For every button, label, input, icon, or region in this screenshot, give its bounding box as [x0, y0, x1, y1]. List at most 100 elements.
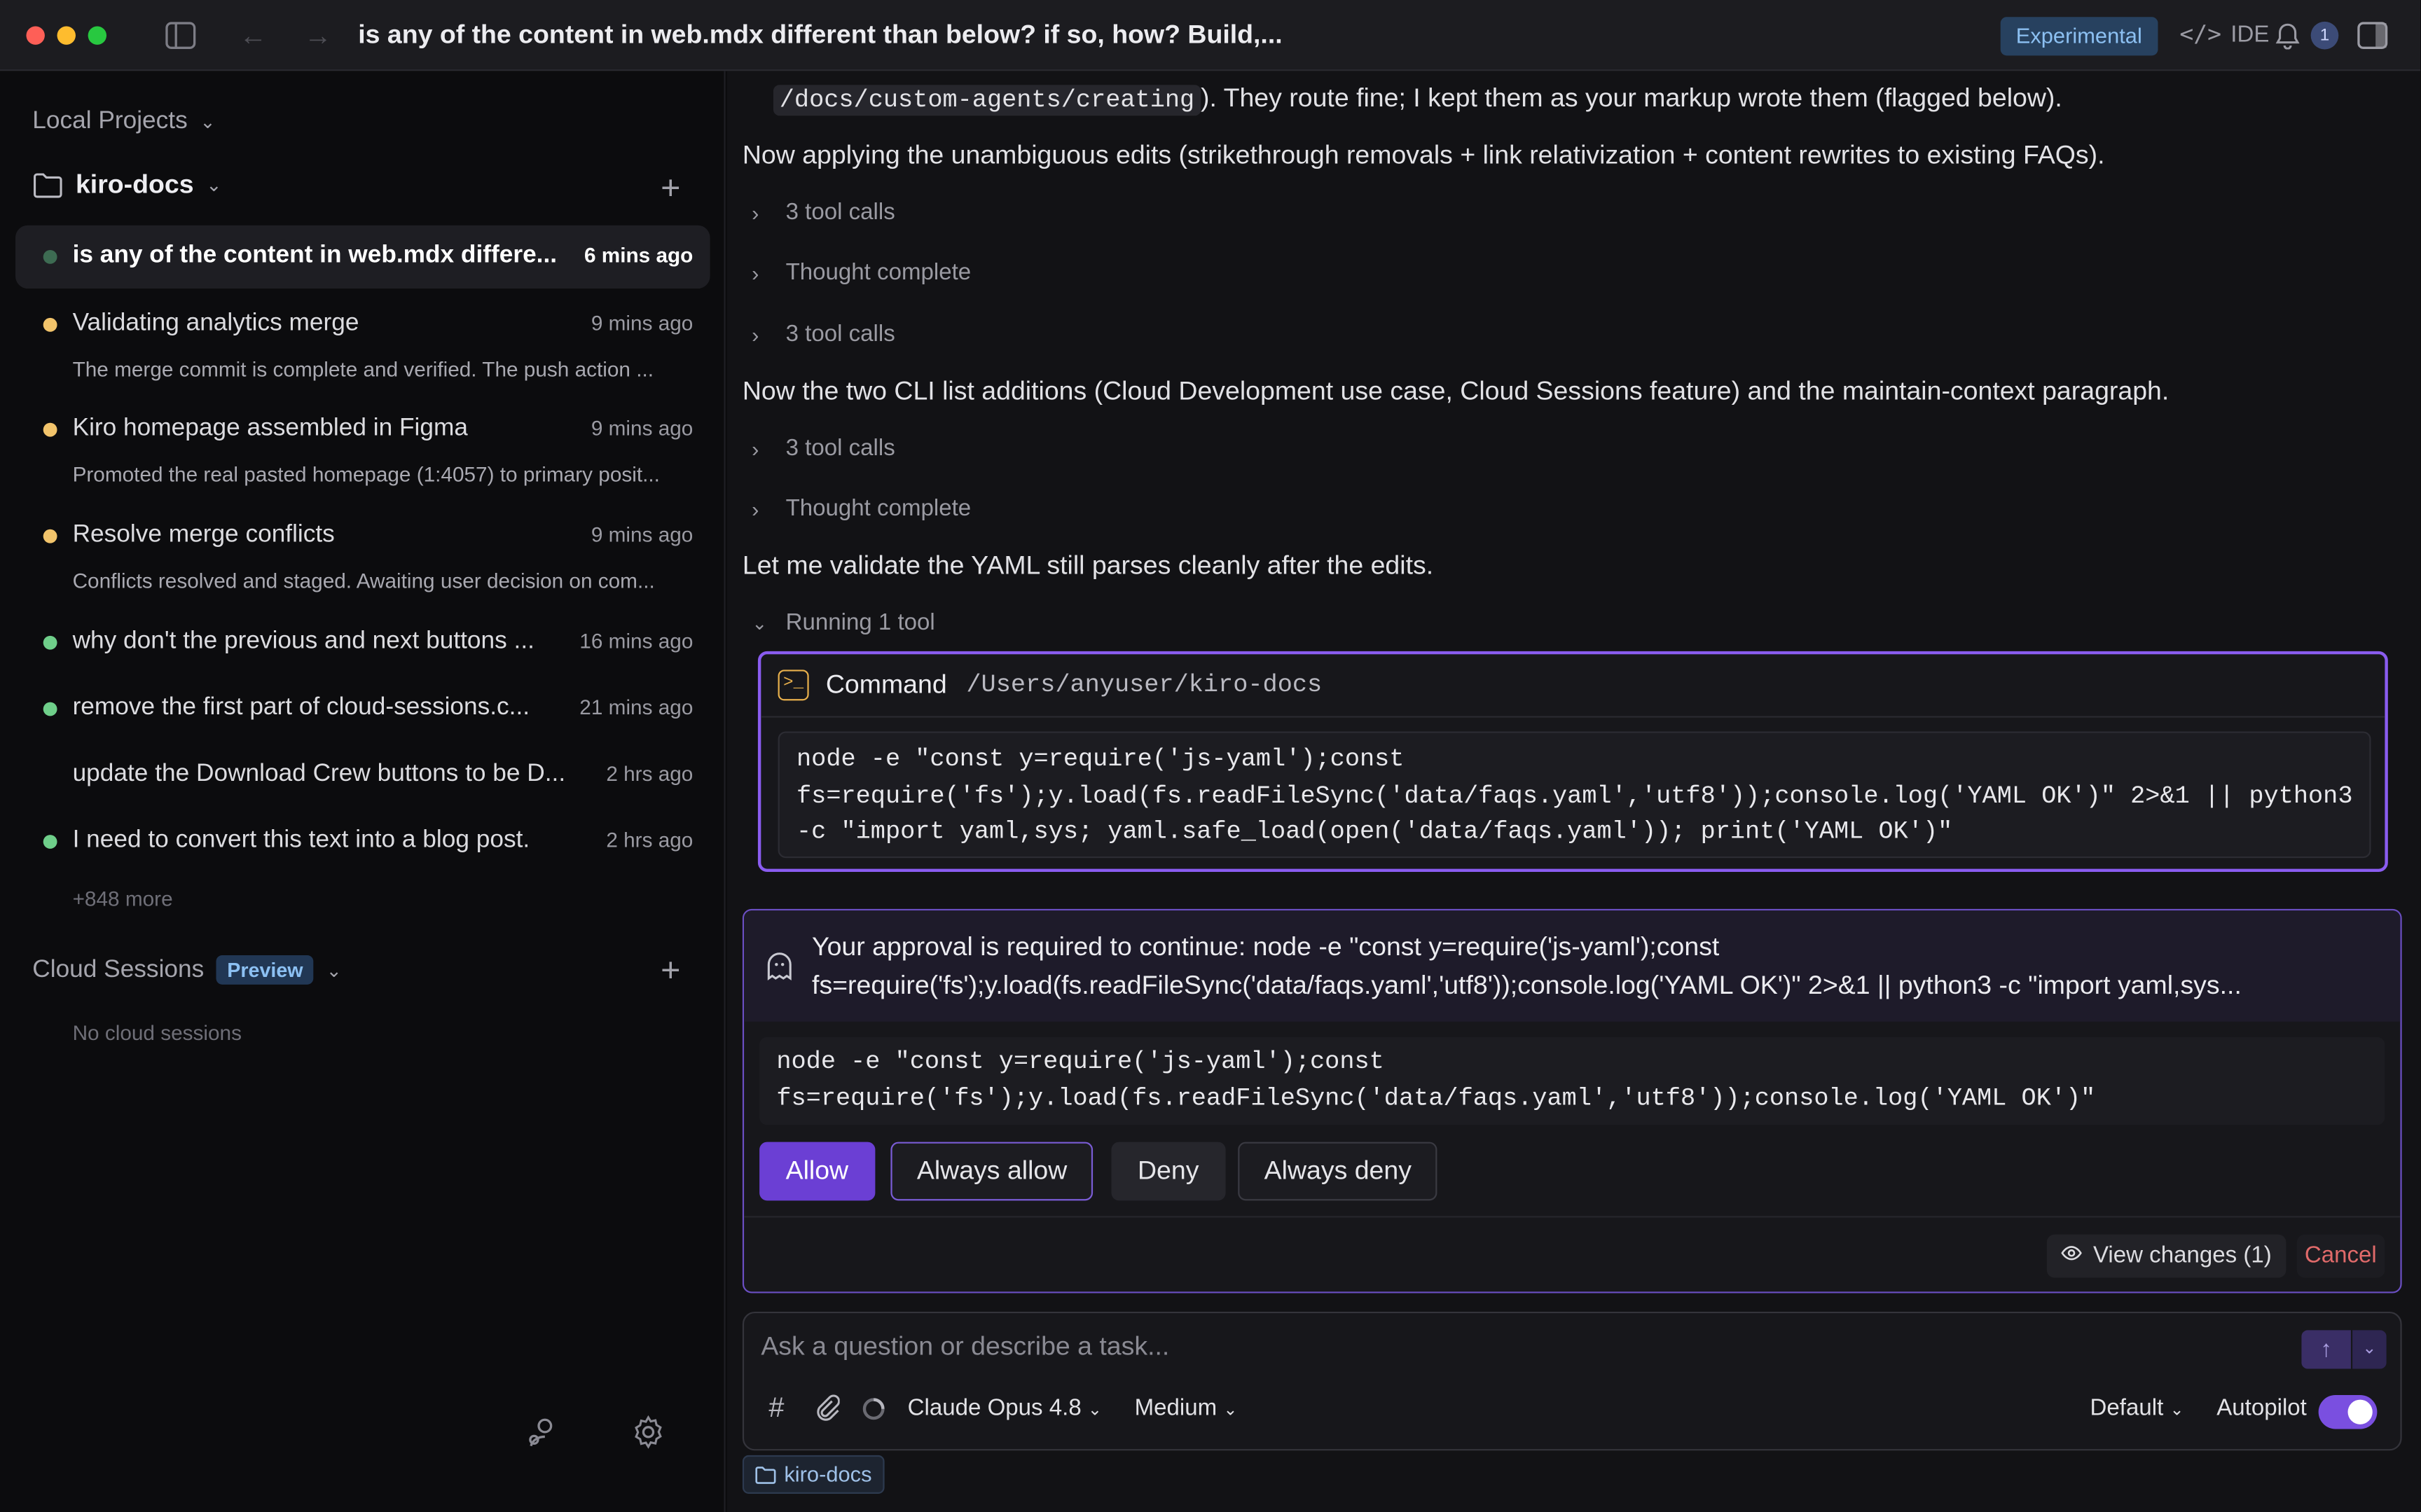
- approval-text: Your approval is required to continue: n…: [812, 927, 2387, 1004]
- project-selector[interactable]: kiro-docs ⌄: [32, 169, 221, 200]
- chevron-down-icon: ⌄: [2170, 1401, 2184, 1420]
- new-cloud-session-plus-icon[interactable]: +: [661, 953, 680, 987]
- bell-icon[interactable]: [2270, 18, 2304, 52]
- account-icon[interactable]: [525, 1413, 562, 1450]
- local-projects-header[interactable]: Local Projects ⌄: [32, 108, 215, 136]
- model-label: Claude Opus 4.8: [907, 1394, 1082, 1422]
- toggle-sidebar-icon[interactable]: [164, 18, 198, 52]
- send-options-chevron-icon[interactable]: ⌄: [2352, 1330, 2387, 1369]
- running-tool-toggle[interactable]: ⌄ Running 1 tool: [752, 609, 935, 635]
- session-time: 6 mins ago: [584, 244, 694, 268]
- toggle-right-panel-icon[interactable]: [2356, 18, 2389, 52]
- back-arrow-icon[interactable]: ←: [236, 18, 270, 52]
- no-cloud-sessions-text: No cloud sessions: [72, 1021, 242, 1045]
- tool-calls-toggle[interactable]: › 3 tool calls: [752, 199, 895, 225]
- effort-selector[interactable]: Medium ⌄: [1135, 1395, 1238, 1421]
- conversation-title: is any of the content in web.mdx differe…: [358, 20, 1283, 50]
- session-time: 9 mins ago: [591, 312, 694, 335]
- prompt-input[interactable]: Ask a question or describe a task...: [761, 1332, 1169, 1363]
- ghost-icon: [766, 950, 794, 980]
- thought-toggle[interactable]: › Thought complete: [752, 495, 971, 521]
- hash-icon[interactable]: #: [768, 1392, 784, 1424]
- effort-label: Medium: [1134, 1394, 1218, 1422]
- command-code: node -e "const y=require('js-yaml');cons…: [778, 731, 2371, 859]
- preview-badge: Preview: [216, 955, 315, 985]
- session-subtitle: Conflicts resolved and staged. Awaiting …: [72, 569, 655, 593]
- command-header: >_ Command /Users/anyuser/kiro-docs: [761, 654, 2385, 718]
- tool-calls-label: 3 tool calls: [785, 435, 895, 462]
- tool-calls-label: 3 tool calls: [785, 321, 895, 347]
- session-time: 2 hrs ago: [606, 828, 694, 852]
- command-label: Command: [825, 670, 947, 700]
- chevron-right-icon: ›: [752, 436, 759, 461]
- always-allow-button[interactable]: Always allow: [890, 1142, 1094, 1201]
- chevron-right-icon: ›: [752, 200, 759, 225]
- status-dot-icon: [43, 702, 57, 716]
- session-title: I need to convert this text into a blog …: [72, 827, 530, 854]
- always-deny-button[interactable]: Always deny: [1238, 1142, 1438, 1201]
- paperclip-icon[interactable]: [815, 1394, 841, 1427]
- chat-message-partial: /docs/custom-agents/creating). They rout…: [773, 83, 2062, 116]
- context-folder-chip[interactable]: kiro-docs: [742, 1455, 885, 1494]
- more-sessions-link[interactable]: +848 more: [73, 887, 173, 910]
- session-time: 21 mins ago: [579, 695, 694, 719]
- session-time: 16 mins ago: [579, 630, 694, 653]
- chevron-down-icon: ⌄: [752, 611, 768, 634]
- chevron-down-icon: ⌄: [326, 959, 342, 981]
- context-usage-icon[interactable]: [862, 1396, 886, 1427]
- zoom-window-button[interactable]: [88, 26, 107, 45]
- tool-calls-toggle[interactable]: › 3 tool calls: [752, 435, 895, 461]
- approval-text-line: fs=require('fs');y.load(fs.readFileSync(…: [812, 971, 2242, 1000]
- approval-panel: Your approval is required to continue: n…: [742, 908, 2402, 1293]
- session-title: update the Download Crew buttons to be D…: [72, 761, 566, 787]
- forward-arrow-icon[interactable]: →: [301, 18, 335, 52]
- minimize-window-button[interactable]: [57, 26, 76, 45]
- session-title: is any of the content in web.mdx differe…: [72, 242, 558, 269]
- send-arrow-icon[interactable]: ↑: [2301, 1330, 2351, 1369]
- allow-button[interactable]: Allow: [759, 1142, 875, 1201]
- chevron-right-icon: ›: [752, 321, 759, 347]
- gear-icon[interactable]: [630, 1413, 667, 1450]
- session-item[interactable]: update the Download Crew buttons to be D…: [15, 744, 710, 807]
- autopilot-label: Autopilot: [2216, 1394, 2307, 1422]
- cancel-button[interactable]: Cancel: [2296, 1234, 2385, 1278]
- mode-label: Default: [2090, 1394, 2164, 1422]
- thought-toggle[interactable]: › Thought complete: [752, 259, 971, 285]
- eye-icon: [2061, 1235, 2083, 1278]
- ide-label: IDE: [2230, 20, 2270, 48]
- session-item[interactable]: Validating analytics merge 9 mins ago The …: [15, 293, 710, 389]
- tool-calls-toggle[interactable]: › 3 tool calls: [752, 321, 895, 347]
- session-subtitle: Promoted the real pasted homepage (1:405…: [72, 463, 660, 487]
- session-item[interactable]: I need to convert this text into a blog …: [15, 810, 710, 873]
- status-dot-icon: [43, 635, 57, 650]
- code-icon: </>: [2179, 20, 2222, 48]
- session-item[interactable]: Kiro homepage assembled in Figma 9 mins a…: [15, 398, 710, 494]
- status-dot-icon: [43, 835, 57, 849]
- status-dot-icon: [43, 529, 57, 543]
- model-selector[interactable]: Claude Opus 4.8 ⌄: [908, 1395, 1103, 1421]
- session-item[interactable]: Resolve merge conflicts 9 mins ago Conflic…: [15, 505, 710, 601]
- cloud-sessions-header[interactable]: Cloud Sessions Preview ⌄: [32, 955, 342, 985]
- ide-button[interactable]: </> IDE: [2179, 20, 2269, 48]
- session-title: Resolve merge conflicts: [72, 521, 335, 548]
- command-path: /Users/anyuser/kiro-docs: [966, 671, 1323, 700]
- session-item[interactable]: remove the first part of cloud-sessions.…: [15, 677, 710, 740]
- session-title: Kiro homepage assembled in Figma: [72, 415, 468, 442]
- new-session-plus-icon[interactable]: +: [661, 170, 680, 205]
- session-time: 9 mins ago: [591, 522, 694, 547]
- autopilot-toggle[interactable]: [2318, 1394, 2378, 1429]
- running-label: Running 1 tool: [785, 609, 935, 636]
- folder-icon: [755, 1466, 776, 1483]
- session-subtitle: The merge commit is complete and verifie…: [72, 358, 654, 382]
- view-changes-label: View changes (1): [2092, 1242, 2272, 1269]
- mode-selector[interactable]: Default ⌄: [2090, 1395, 2184, 1421]
- session-item[interactable]: is any of the content in web.mdx differe…: [15, 225, 710, 289]
- view-changes-button[interactable]: View changes (1): [2046, 1234, 2286, 1278]
- sidebar: Local Projects ⌄ kiro-docs ⌄ + is any of…: [0, 71, 726, 1512]
- folder-chip-label: kiro-docs: [784, 1461, 872, 1486]
- session-item[interactable]: why don't the previous and next buttons …: [15, 611, 710, 674]
- folder-icon: [34, 173, 62, 198]
- thought-label: Thought complete: [785, 259, 972, 286]
- deny-button[interactable]: Deny: [1111, 1142, 1225, 1201]
- close-window-button[interactable]: [26, 26, 45, 45]
